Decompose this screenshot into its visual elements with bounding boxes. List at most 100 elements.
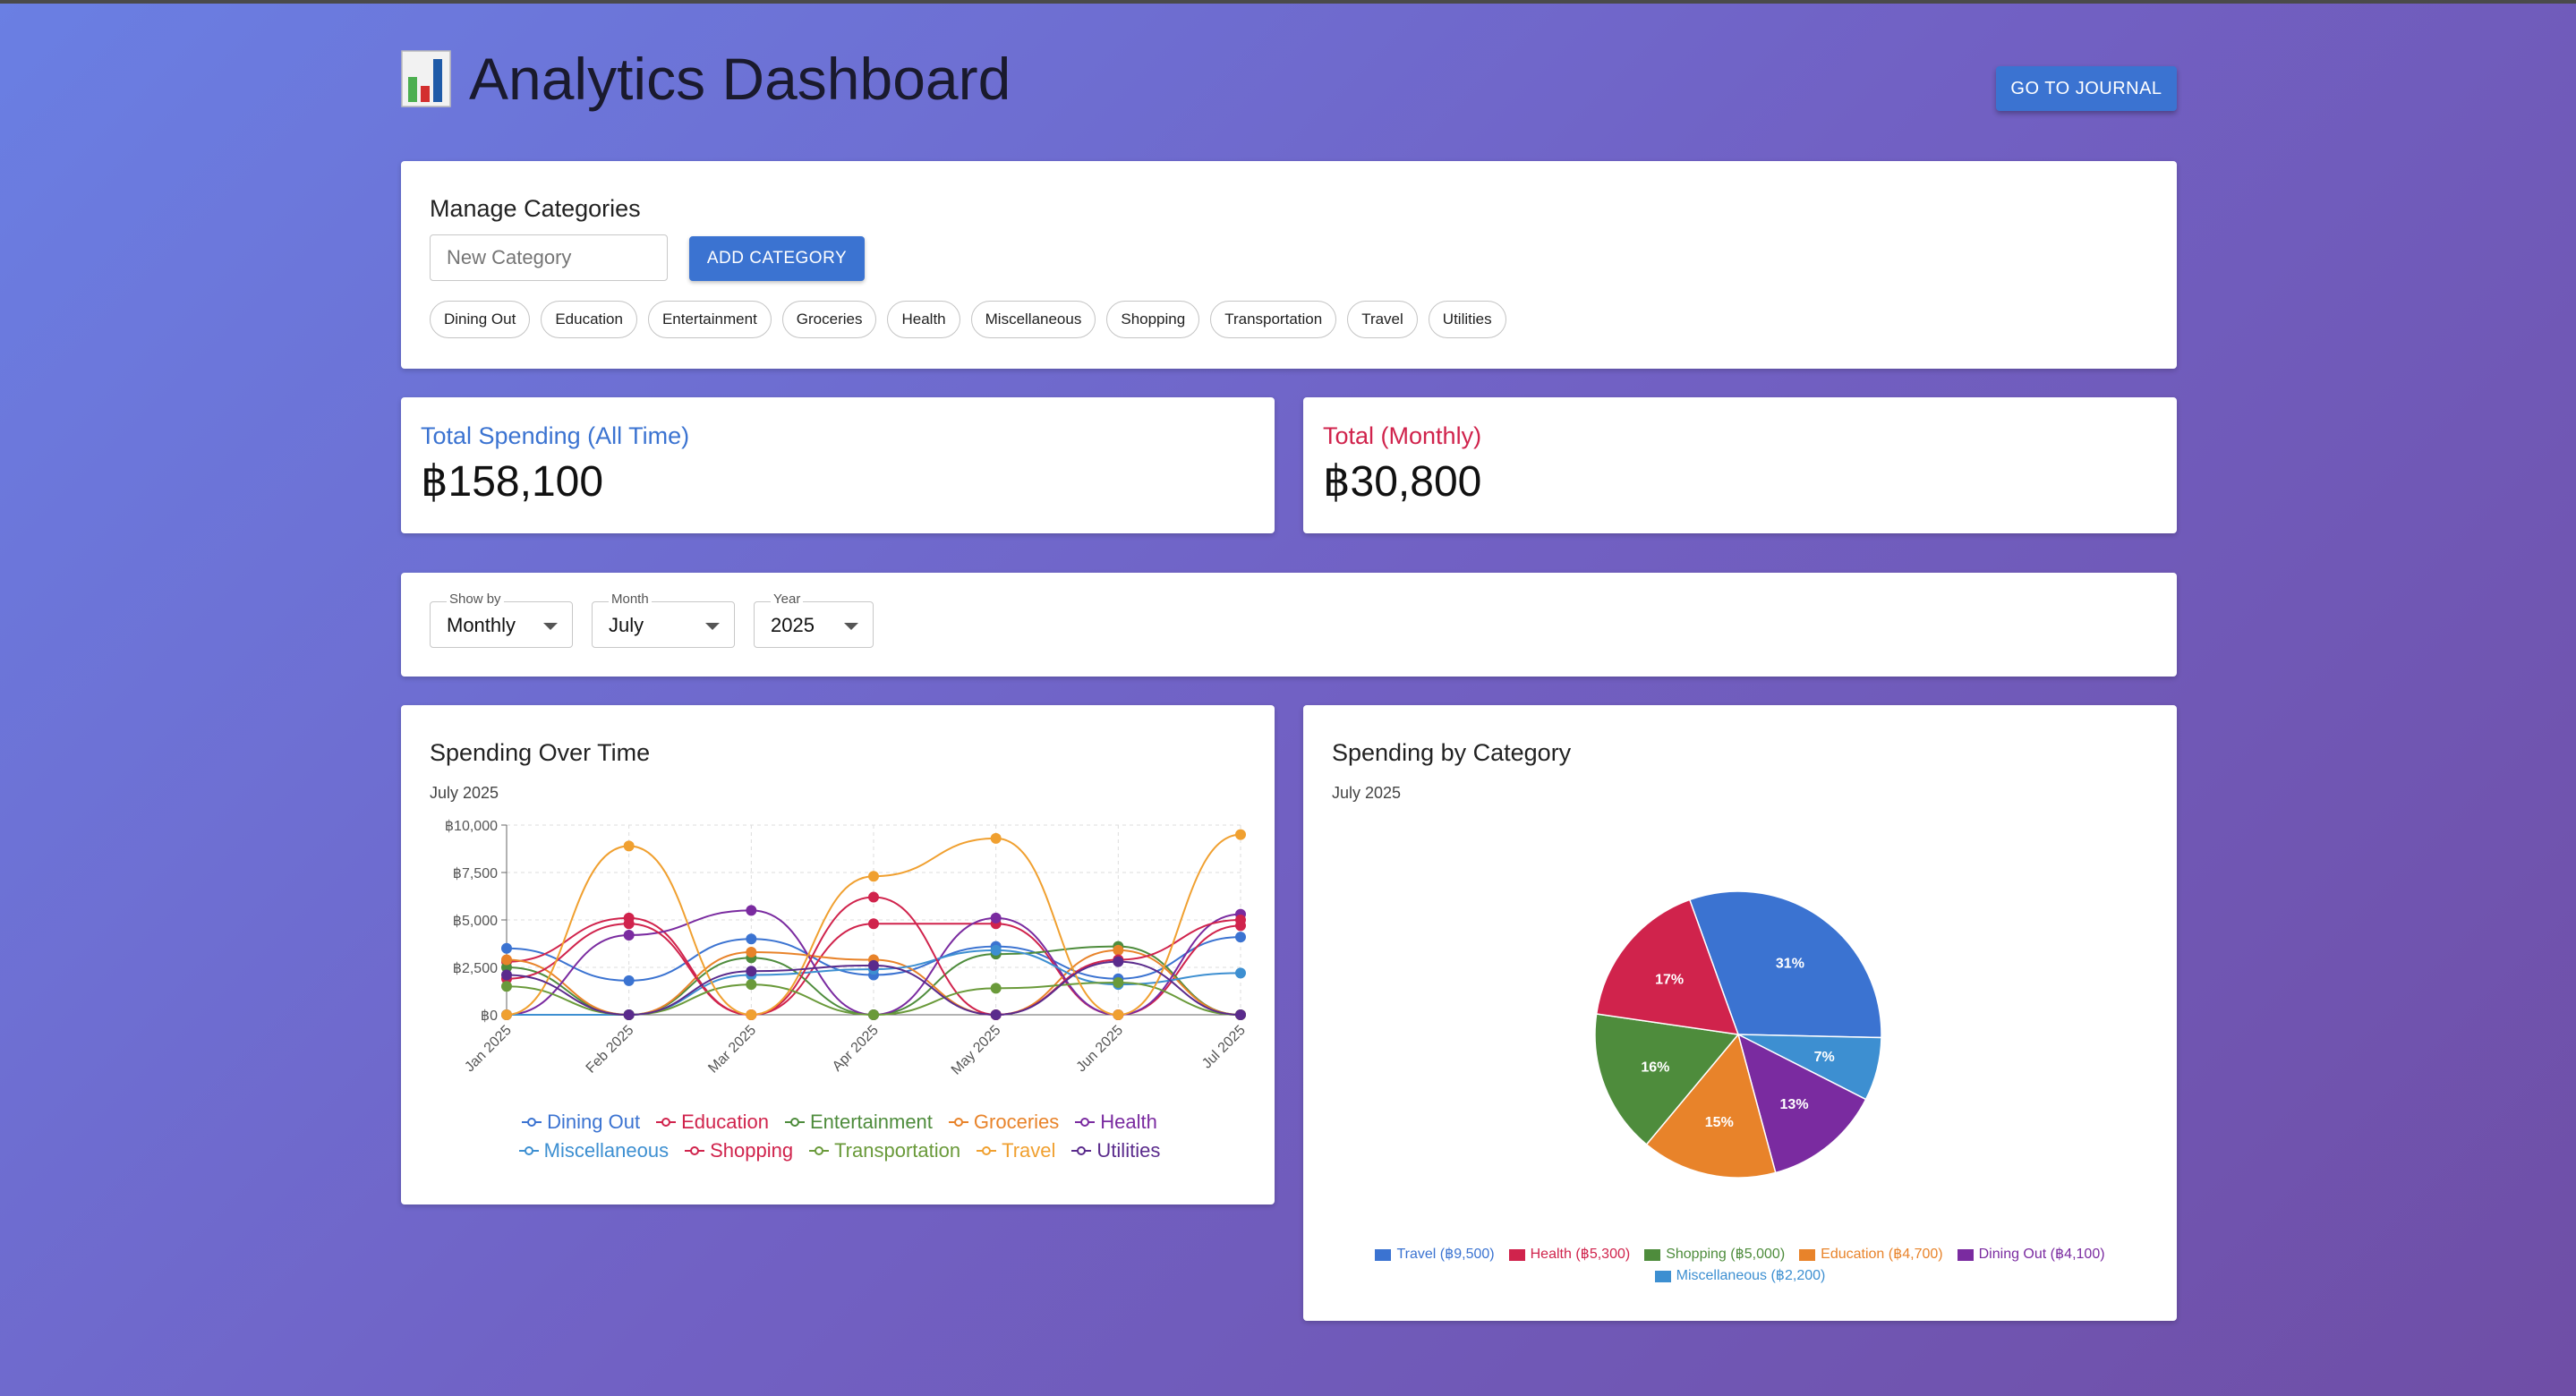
pie-slice-label: 31% <box>1776 956 1804 971</box>
data-point-travel[interactable] <box>746 1009 757 1020</box>
data-point-travel[interactable] <box>990 832 1002 844</box>
add-category-button[interactable]: ADD CATEGORY <box>689 236 865 281</box>
data-point-dining-out[interactable] <box>501 942 512 954</box>
data-point-health[interactable] <box>623 929 635 941</box>
show-by-select[interactable]: Show by Monthly <box>430 592 573 648</box>
pie-legend-item-shopping[interactable]: Shopping (฿5,000) <box>1644 1244 1785 1265</box>
category-chip-dining-out[interactable]: Dining Out <box>430 301 531 338</box>
legend-marker-icon <box>685 1146 705 1155</box>
data-point-utilities[interactable] <box>746 966 757 977</box>
data-point-travel[interactable] <box>1235 829 1246 840</box>
go-to-journal-button[interactable]: GO TO JOURNAL <box>1996 66 2177 111</box>
pie-slice-label: 16% <box>1641 1060 1669 1075</box>
legend-swatch-icon <box>1957 1248 1974 1261</box>
data-point-utilities[interactable] <box>501 969 512 981</box>
data-point-health[interactable] <box>746 905 757 916</box>
data-point-shopping[interactable] <box>623 918 635 930</box>
data-point-transportation[interactable] <box>868 1009 879 1020</box>
data-point-dining-out[interactable] <box>1235 932 1246 943</box>
pie-slice-label: 7% <box>1814 1050 1835 1065</box>
legend-item-dining-out[interactable]: Dining Out <box>522 1108 640 1136</box>
legend-item-travel[interactable]: Travel <box>977 1136 1055 1165</box>
data-point-utilities[interactable] <box>990 1009 1002 1020</box>
data-point-dining-out[interactable] <box>746 933 757 945</box>
category-chip-transportation[interactable]: Transportation <box>1210 301 1337 338</box>
x-tick-label: Apr 2025 <box>830 1023 882 1075</box>
pie-legend-item-dining-out[interactable]: Dining Out (฿4,100) <box>1957 1244 2105 1265</box>
legend-item-entertainment[interactable]: Entertainment <box>784 1108 933 1136</box>
pie-slice-label: 15% <box>1705 1115 1734 1130</box>
data-point-transportation[interactable] <box>746 979 757 991</box>
legend-label: Travel (฿9,500) <box>1396 1247 1495 1262</box>
data-point-travel[interactable] <box>868 871 879 882</box>
data-point-groceries[interactable] <box>501 954 512 966</box>
x-tick-label: Mar 2025 <box>705 1023 759 1077</box>
month-select[interactable]: Month July <box>592 592 735 648</box>
category-chip-education[interactable]: Education <box>541 301 637 338</box>
legend-swatch-icon <box>1508 1248 1525 1261</box>
data-point-transportation[interactable] <box>501 981 512 992</box>
total-all-time-card: Total Spending (All Time) ฿158,100 <box>401 397 1275 533</box>
category-chip-entertainment[interactable]: Entertainment <box>647 301 772 338</box>
new-category-input[interactable] <box>430 234 668 281</box>
filters-card: Show by Monthly Month July Year 2025 <box>401 573 2177 677</box>
category-chip-groceries[interactable]: Groceries <box>781 301 877 338</box>
x-tick-label: Jun 2025 <box>1074 1023 1127 1076</box>
data-point-dining-out[interactable] <box>623 975 635 986</box>
legend-label: Travel <box>1002 1139 1056 1162</box>
x-tick-label: Feb 2025 <box>584 1023 637 1077</box>
year-select[interactable]: Year 2025 <box>754 592 874 648</box>
legend-item-utilities[interactable]: Utilities <box>1071 1136 1160 1165</box>
legend-marker-icon <box>809 1146 830 1155</box>
pie-slice-label: 17% <box>1655 972 1684 987</box>
year-label: Year <box>771 592 804 607</box>
data-point-travel[interactable] <box>1113 1009 1124 1020</box>
data-point-miscellaneous[interactable] <box>990 944 1002 956</box>
legend-item-miscellaneous[interactable]: Miscellaneous <box>518 1136 669 1165</box>
data-point-groceries[interactable] <box>746 947 757 958</box>
legend-marker-icon <box>1075 1118 1096 1127</box>
data-point-travel[interactable] <box>623 840 635 852</box>
data-point-groceries[interactable] <box>1113 944 1124 956</box>
data-point-utilities[interactable] <box>868 959 879 971</box>
legend-item-shopping[interactable]: Shopping <box>685 1136 793 1165</box>
legend-label: Shopping (฿5,000) <box>1666 1247 1786 1262</box>
category-chip-health[interactable]: Health <box>887 301 960 338</box>
page-title: Analytics Dashboard <box>401 45 1011 113</box>
data-point-health[interactable] <box>990 912 1002 924</box>
pie-legend-item-miscellaneous[interactable]: Miscellaneous (฿2,200) <box>1654 1265 1825 1287</box>
legend-item-health[interactable]: Health <box>1075 1108 1157 1136</box>
category-chip-travel[interactable]: Travel <box>1347 301 1418 338</box>
month-value: July <box>609 614 644 636</box>
pie-legend-item-health[interactable]: Health (฿5,300) <box>1508 1244 1631 1265</box>
pie-legend-item-travel[interactable]: Travel (฿9,500) <box>1375 1244 1495 1265</box>
pie-chart-legend: Travel (฿9,500) Health (฿5,300) Shopping (… <box>1357 1244 2123 1287</box>
data-point-utilities[interactable] <box>623 1009 635 1020</box>
x-tick-label: May 2025 <box>949 1023 1004 1078</box>
legend-label: Health (฿5,300) <box>1530 1247 1631 1262</box>
legend-item-transportation[interactable]: Transportation <box>809 1136 960 1165</box>
data-point-utilities[interactable] <box>1235 1009 1246 1020</box>
category-chip-miscellaneous[interactable]: Miscellaneous <box>970 301 1096 338</box>
manage-categories-title: Manage Categories <box>430 195 641 222</box>
data-point-utilities[interactable] <box>1113 956 1124 967</box>
chevron-down-icon <box>543 623 558 630</box>
category-chip-shopping[interactable]: Shopping <box>1106 301 1200 338</box>
pie-legend-item-education[interactable]: Education (฿4,700) <box>1799 1244 1943 1265</box>
data-point-miscellaneous[interactable] <box>1235 967 1246 979</box>
data-point-shopping[interactable] <box>1235 915 1246 925</box>
data-point-transportation[interactable] <box>1113 976 1124 988</box>
data-point-travel[interactable] <box>501 1009 512 1020</box>
legend-label: Transportation <box>834 1139 961 1162</box>
legend-label: Dining Out (฿4,100) <box>1978 1247 2105 1262</box>
legend-label: Groceries <box>973 1111 1060 1133</box>
category-chip-utilities[interactable]: Utilities <box>1428 301 1506 338</box>
total-all-time-label: Total Spending (All Time) <box>421 422 690 449</box>
data-point-shopping[interactable] <box>868 891 879 903</box>
legend-label: Health <box>1100 1111 1157 1133</box>
data-point-education[interactable] <box>868 918 879 930</box>
legend-marker-icon <box>656 1118 677 1127</box>
legend-item-education[interactable]: Education <box>656 1108 769 1136</box>
legend-item-groceries[interactable]: Groceries <box>948 1108 1060 1136</box>
data-point-transportation[interactable] <box>990 983 1002 994</box>
